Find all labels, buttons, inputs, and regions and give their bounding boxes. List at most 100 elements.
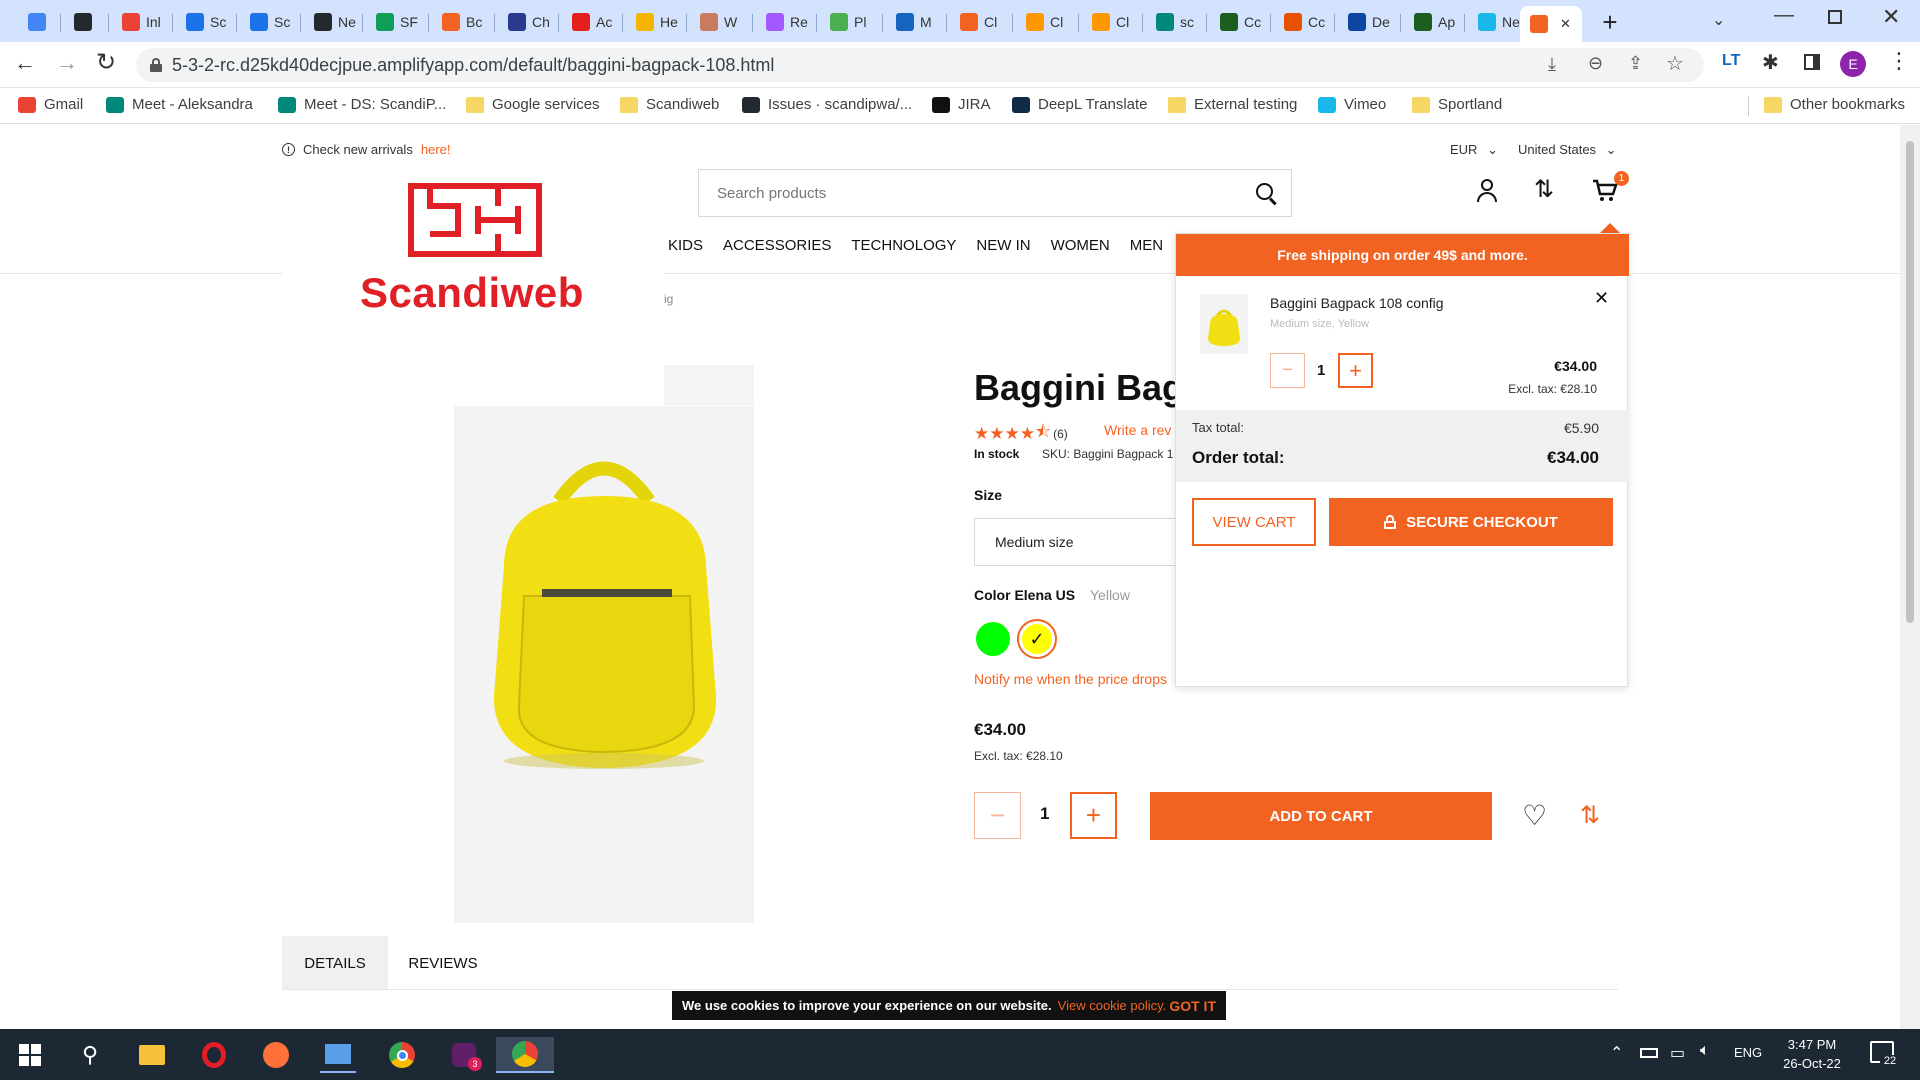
reload-button[interactable]: ↻ bbox=[96, 48, 116, 77]
browser-tab[interactable]: Cc bbox=[1274, 8, 1330, 36]
battery-icon[interactable] bbox=[1640, 1048, 1658, 1058]
nav-item[interactable]: KIDS bbox=[668, 237, 703, 254]
profile-avatar[interactable]: E bbox=[1840, 51, 1866, 77]
restore-button[interactable] bbox=[1828, 10, 1842, 24]
minimize-button[interactable]: — bbox=[1774, 4, 1794, 27]
browser-tab[interactable]: Ch bbox=[498, 8, 554, 36]
bookmark-item[interactable]: Vimeo bbox=[1318, 96, 1386, 113]
tab-reviews[interactable]: REVIEWS bbox=[388, 936, 498, 990]
volume-icon[interactable]: 🔈︎ bbox=[1700, 1042, 1710, 1060]
nav-item[interactable]: MEN bbox=[1130, 237, 1163, 254]
browser-tab[interactable]: M bbox=[886, 8, 942, 36]
minicart-qty-decrease[interactable]: − bbox=[1270, 353, 1305, 388]
install-icon[interactable]: ⤓ bbox=[1548, 54, 1556, 75]
wishlist-heart-icon[interactable]: ♡ bbox=[1522, 799, 1547, 832]
kebab-menu-icon[interactable]: ⋮ bbox=[1888, 48, 1910, 74]
bookmark-item[interactable]: Meet - DS: ScandiP... bbox=[278, 96, 446, 113]
write-review-link[interactable]: Write a rev bbox=[1104, 422, 1171, 438]
browser-tab[interactable]: Sc bbox=[240, 8, 296, 36]
browser-tab[interactable]: He bbox=[626, 8, 682, 36]
bookmark-item[interactable]: JIRA bbox=[932, 96, 991, 113]
product-image[interactable] bbox=[454, 406, 754, 923]
minicart-item-name[interactable]: Baggini Bagpack 108 config bbox=[1270, 295, 1444, 311]
share-icon[interactable]: ⇪ bbox=[1628, 53, 1643, 74]
zoom-icon[interactable]: ⊖ bbox=[1588, 53, 1603, 74]
browser-tab[interactable]: Cl bbox=[1082, 8, 1138, 36]
browser-tab[interactable]: Cc bbox=[1210, 8, 1266, 36]
currency-switcher[interactable]: EUR ⌄ bbox=[1450, 142, 1498, 158]
bookmark-star-icon[interactable]: ☆ bbox=[1666, 51, 1684, 76]
browser-tab[interactable]: Pl bbox=[820, 8, 876, 36]
browser-tab[interactable]: W bbox=[690, 8, 746, 36]
rating-stars[interactable]: ★★★★ ⯪ (6) bbox=[974, 419, 1068, 448]
windows-start-icon[interactable] bbox=[12, 1037, 48, 1073]
tab-details[interactable]: DETAILS bbox=[282, 936, 388, 990]
account-icon[interactable] bbox=[1476, 179, 1498, 203]
nav-item[interactable]: TECHNOLOGY bbox=[851, 237, 956, 254]
bookmark-item[interactable]: External testing bbox=[1168, 96, 1297, 113]
swatch-green[interactable] bbox=[976, 622, 1010, 656]
browser-tab[interactable]: ✕ bbox=[1520, 6, 1582, 42]
chrome-profile-icon[interactable] bbox=[496, 1037, 554, 1073]
url-bar[interactable]: 5-3-2-rc.d25kd40decjpue.amplifyapp.com/d… bbox=[136, 48, 1704, 82]
minicart-qty-value[interactable]: 1 bbox=[1317, 362, 1325, 379]
browser-tab[interactable]: Cl bbox=[950, 8, 1006, 36]
browser-tab[interactable]: De bbox=[1338, 8, 1394, 36]
browser-tab[interactable]: Re bbox=[756, 8, 812, 36]
search-icon[interactable]: ⚲ bbox=[72, 1037, 108, 1073]
page-scrollbar[interactable] bbox=[1900, 125, 1920, 1029]
firefox-icon[interactable] bbox=[258, 1037, 294, 1073]
slack-icon[interactable]: 3 bbox=[446, 1037, 482, 1073]
side-panel-icon[interactable] bbox=[1804, 54, 1820, 70]
add-to-compare-icon[interactable]: ⇅ bbox=[1580, 801, 1600, 830]
notice-link[interactable]: here! bbox=[421, 142, 451, 157]
add-to-cart-button[interactable]: ADD TO CART bbox=[1150, 792, 1492, 840]
extension-lt-icon[interactable]: LT bbox=[1722, 52, 1740, 70]
browser-tab[interactable]: Ne bbox=[304, 8, 360, 36]
browser-tab[interactable]: Cl bbox=[1016, 8, 1072, 36]
swatch-yellow[interactable]: ✓ bbox=[1017, 619, 1057, 659]
browser-tab[interactable]: Inl bbox=[112, 8, 168, 36]
nav-item[interactable]: WOMEN bbox=[1051, 237, 1110, 254]
browser-tab[interactable]: SF bbox=[366, 8, 422, 36]
bookmark-item[interactable]: Sportland bbox=[1412, 96, 1502, 113]
minicart-qty-increase[interactable]: + bbox=[1338, 353, 1373, 388]
cookie-accept-button[interactable]: GOT IT bbox=[1169, 998, 1216, 1014]
browser-tab[interactable]: Ac bbox=[562, 8, 618, 36]
clock[interactable]: 3:47 PM 26-Oct-22 bbox=[1774, 1035, 1850, 1073]
qty-decrease-button[interactable]: − bbox=[974, 792, 1021, 839]
extensions-puzzle-icon[interactable]: ✱ bbox=[1762, 50, 1779, 75]
cookie-policy-link[interactable]: View cookie policy. bbox=[1058, 998, 1167, 1013]
nav-item[interactable]: NEW IN bbox=[976, 237, 1030, 254]
file-explorer-icon[interactable] bbox=[134, 1037, 170, 1073]
language-indicator[interactable]: ENG bbox=[1734, 1045, 1762, 1060]
new-tab-button[interactable]: + bbox=[1596, 7, 1624, 37]
browser-tab[interactable]: sc bbox=[1146, 8, 1202, 36]
secure-checkout-button[interactable]: SECURE CHECKOUT bbox=[1329, 498, 1613, 546]
bookmark-item[interactable]: Google services bbox=[466, 96, 600, 113]
bookmark-item[interactable]: Scandiweb bbox=[620, 96, 719, 113]
country-switcher[interactable]: United States ⌄ bbox=[1518, 142, 1617, 158]
bookmark-item[interactable]: Gmail bbox=[18, 96, 83, 113]
browser-tab[interactable]: Ap bbox=[1404, 8, 1460, 36]
snipping-tool-icon[interactable] bbox=[320, 1037, 356, 1073]
scrollbar-thumb[interactable] bbox=[1906, 141, 1914, 623]
close-window-button[interactable]: ✕ bbox=[1882, 4, 1900, 30]
browser-tab[interactable]: Sc bbox=[176, 8, 232, 36]
browser-tab[interactable]: Ne bbox=[1468, 8, 1524, 36]
cart-icon[interactable] bbox=[1592, 179, 1618, 203]
tab-search-icon[interactable]: ⌄ bbox=[1712, 10, 1725, 30]
close-tab-icon[interactable]: ✕ bbox=[1560, 16, 1571, 32]
bookmark-item[interactable]: DeepL Translate bbox=[1012, 96, 1148, 113]
qty-value[interactable]: 1 bbox=[1040, 804, 1049, 824]
forward-button[interactable]: → bbox=[56, 50, 78, 76]
bookmark-item[interactable]: Issues · scandipwa/... bbox=[742, 96, 912, 113]
view-cart-button[interactable]: VIEW CART bbox=[1192, 498, 1316, 546]
bookmark-item[interactable]: Meet - Aleksandra bbox=[106, 96, 253, 113]
other-bookmarks[interactable]: Other bookmarks bbox=[1764, 96, 1905, 113]
nav-item[interactable]: ACCESSORIES bbox=[723, 237, 831, 254]
search-box[interactable] bbox=[698, 169, 1292, 217]
compare-icon[interactable]: ⇅ bbox=[1534, 175, 1554, 204]
minicart-item-thumbnail[interactable] bbox=[1200, 294, 1248, 354]
search-input[interactable] bbox=[717, 184, 1217, 202]
